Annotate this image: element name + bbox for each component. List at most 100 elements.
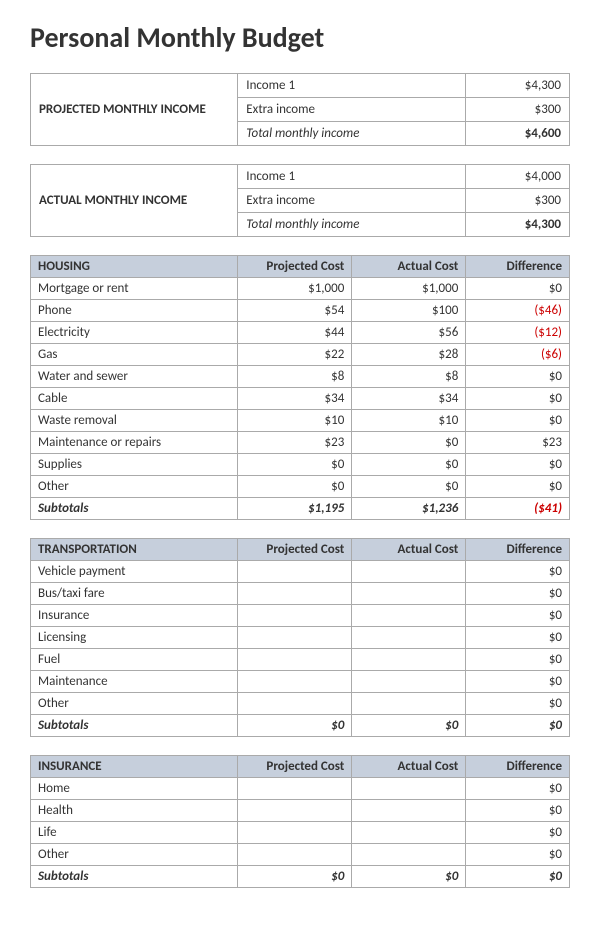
- budget-subtotal-difference: ($41): [466, 498, 570, 520]
- budget-row-projected: [238, 583, 352, 605]
- transportation-section: TRANSPORTATIONProjected CostActual CostD…: [30, 538, 570, 737]
- budget-row-projected: $10: [238, 410, 352, 432]
- budget-row-name: Insurance: [31, 605, 238, 627]
- budget-row-difference: $0: [466, 583, 570, 605]
- income-row-value: $4,600: [466, 122, 570, 146]
- budget-row-projected: [238, 671, 352, 693]
- income-row-name: Extra income: [238, 189, 466, 213]
- budget-section-label: HOUSING: [31, 256, 238, 278]
- budget-row-difference: $0: [466, 693, 570, 715]
- income-section-label: PROJECTED MONTHLY INCOME: [31, 74, 238, 146]
- income-row-value: $300: [466, 98, 570, 122]
- budget-row-projected: $54: [238, 300, 352, 322]
- projected-income-section: PROJECTED MONTHLY INCOMEIncome 1$4,300Ex…: [30, 73, 570, 146]
- budget-row-projected: $1,000: [238, 278, 352, 300]
- budget-row-name: Cable: [31, 388, 238, 410]
- income-row-name: Total monthly income: [238, 213, 466, 237]
- col-header-projected: Projected Cost: [238, 756, 352, 778]
- budget-row-difference: ($12): [466, 322, 570, 344]
- budget-row-actual: $1,000: [352, 278, 466, 300]
- budget-subtotal-name: Subtotals: [31, 498, 238, 520]
- budget-row-actual: $0: [352, 432, 466, 454]
- budget-row-actual: [352, 671, 466, 693]
- col-header-projected: Projected Cost: [238, 256, 352, 278]
- budget-row-actual: [352, 822, 466, 844]
- budget-row-projected: [238, 822, 352, 844]
- col-header-difference: Difference: [466, 539, 570, 561]
- budget-section-label: TRANSPORTATION: [31, 539, 238, 561]
- budget-row-name: Maintenance: [31, 671, 238, 693]
- budget-row-projected: [238, 561, 352, 583]
- budget-subtotal-projected: $1,195: [238, 498, 352, 520]
- budget-row-actual: $0: [352, 454, 466, 476]
- budget-row-projected: $22: [238, 344, 352, 366]
- insurance-table: INSURANCEProjected CostActual CostDiffer…: [30, 755, 570, 888]
- budget-row-projected: $44: [238, 322, 352, 344]
- budget-row-name: Electricity: [31, 322, 238, 344]
- col-header-actual: Actual Cost: [352, 539, 466, 561]
- budget-subtotal-name: Subtotals: [31, 715, 238, 737]
- budget-row-projected: [238, 800, 352, 822]
- income-row-value: $4,000: [466, 165, 570, 189]
- budget-row-projected: [238, 844, 352, 866]
- budget-row-name: Other: [31, 476, 238, 498]
- budget-row-actual: $34: [352, 388, 466, 410]
- budget-row-actual: [352, 778, 466, 800]
- budget-row-projected: $8: [238, 366, 352, 388]
- income-row-name: Total monthly income: [238, 122, 466, 146]
- budget-row-actual: [352, 800, 466, 822]
- income-row-value: $4,300: [466, 74, 570, 98]
- budget-row-name: Fuel: [31, 649, 238, 671]
- budget-row-projected: $23: [238, 432, 352, 454]
- budget-row-difference: $0: [466, 388, 570, 410]
- budget-row-name: Water and sewer: [31, 366, 238, 388]
- budget-row-actual: $56: [352, 322, 466, 344]
- budget-row-name: Health: [31, 800, 238, 822]
- income-row-name: Extra income: [238, 98, 466, 122]
- insurance-section: INSURANCEProjected CostActual CostDiffer…: [30, 755, 570, 888]
- budget-row-name: Vehicle payment: [31, 561, 238, 583]
- budget-row-actual: [352, 561, 466, 583]
- budget-row-name: Home: [31, 778, 238, 800]
- budget-row-actual: [352, 605, 466, 627]
- income-section-label: ACTUAL MONTHLY INCOME: [31, 165, 238, 237]
- budget-row-difference: $0: [466, 454, 570, 476]
- actual-income-table: ACTUAL MONTHLY INCOMEIncome 1$4,000Extra…: [30, 164, 570, 237]
- budget-row-name: Other: [31, 844, 238, 866]
- income-row-value: $300: [466, 189, 570, 213]
- budget-row-name: Bus/taxi fare: [31, 583, 238, 605]
- col-header-actual: Actual Cost: [352, 256, 466, 278]
- budget-row-difference: ($46): [466, 300, 570, 322]
- budget-row-name: Licensing: [31, 627, 238, 649]
- budget-section-label: INSURANCE: [31, 756, 238, 778]
- budget-row-difference: $0: [466, 822, 570, 844]
- income-row-name: Income 1: [238, 165, 466, 189]
- budget-row-difference: $0: [466, 605, 570, 627]
- budget-row-actual: $28: [352, 344, 466, 366]
- col-header-difference: Difference: [466, 256, 570, 278]
- budget-row-projected: $0: [238, 476, 352, 498]
- budget-row-name: Other: [31, 693, 238, 715]
- budget-row-name: Phone: [31, 300, 238, 322]
- budget-row-name: Mortgage or rent: [31, 278, 238, 300]
- budget-row-difference: $0: [466, 278, 570, 300]
- budget-row-projected: $34: [238, 388, 352, 410]
- budget-row-difference: $0: [466, 671, 570, 693]
- budget-row-difference: $0: [466, 844, 570, 866]
- col-header-projected: Projected Cost: [238, 539, 352, 561]
- budget-row-projected: [238, 605, 352, 627]
- budget-subtotal-projected: $0: [238, 715, 352, 737]
- budget-subtotal-difference: $0: [466, 715, 570, 737]
- page-title: Personal Monthly Budget: [30, 20, 570, 55]
- col-header-actual: Actual Cost: [352, 756, 466, 778]
- budget-row-projected: [238, 627, 352, 649]
- budget-row-projected: [238, 693, 352, 715]
- budget-row-difference: $0: [466, 561, 570, 583]
- budget-row-actual: $8: [352, 366, 466, 388]
- budget-row-name: Waste removal: [31, 410, 238, 432]
- budget-row-difference: $0: [466, 366, 570, 388]
- budget-row-difference: $0: [466, 476, 570, 498]
- budget-row-actual: $100: [352, 300, 466, 322]
- budget-row-projected: [238, 778, 352, 800]
- budget-row-actual: [352, 693, 466, 715]
